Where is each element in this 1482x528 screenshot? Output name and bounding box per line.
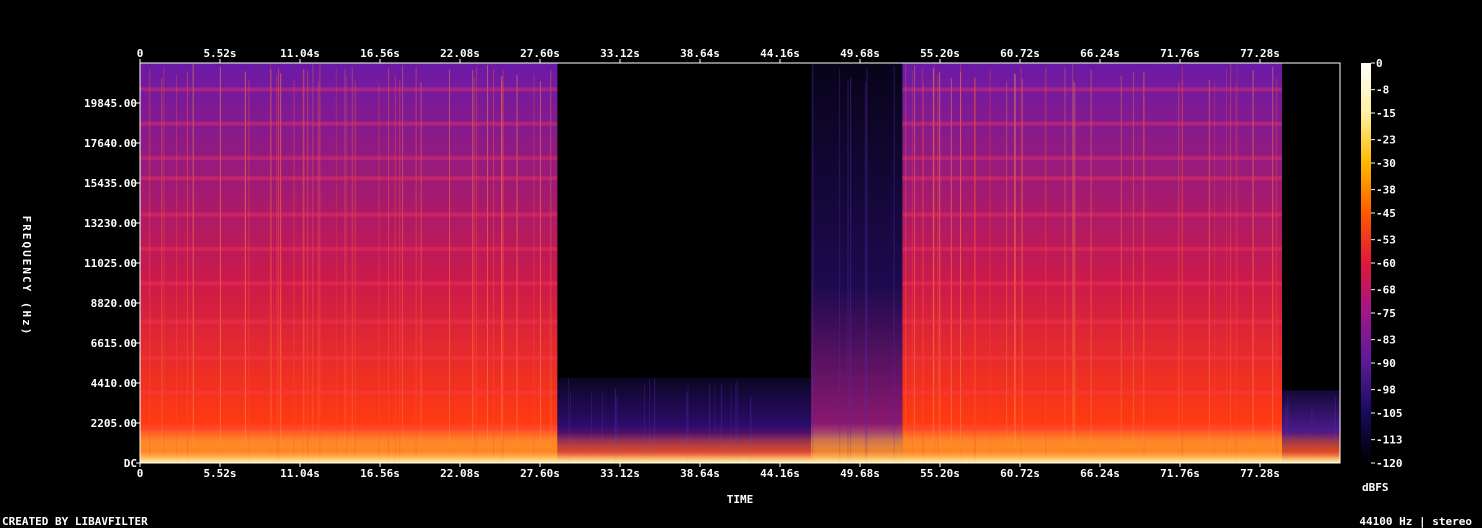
harmonic-band [140, 212, 558, 217]
harmonic-band [140, 319, 558, 324]
harmonic-band [140, 87, 558, 92]
x-tick-label: 77.28s [1240, 467, 1280, 480]
low-frequency-energy [140, 433, 1340, 463]
footer-info: 44100 Hz | stereo [1359, 515, 1472, 528]
spectrogram-figure: 0 5.52s 11.04s 16.56s 22.08s 27.60s 33.12s 38.6… [2, 47, 1472, 528]
colorbar-tick-label: -98 [1376, 384, 1396, 397]
x-tick-label: 11.04s [280, 467, 320, 480]
x-tick-label: 60.72s [1000, 467, 1040, 480]
colorbar-label: dBFS [1362, 481, 1389, 494]
colorbar-tick-label: -75 [1376, 307, 1396, 320]
x-tick-label: 5.52s [203, 47, 236, 60]
y-tick-label: 8820.00 [91, 297, 137, 310]
harmonic-band [902, 281, 1283, 286]
harmonic-band [902, 121, 1283, 126]
colorbar-axis: 0 -8 -15 -23 -30 -38 -45 -53 -60 -68 -75 -83 -90 -98 -… [1371, 57, 1403, 470]
colorbar-tick-label: -8 [1376, 84, 1389, 97]
x-tick-label: 71.76s [1160, 467, 1200, 480]
x-tick-label: 27.60s [520, 47, 560, 60]
spectrogram-plot [140, 63, 1340, 463]
y-axis: DC 2205.00 4410.00 6615.00 8820.00 11025.00 13… [84, 97, 140, 470]
x-axis-bottom: 0 5.52s 11.04s 16.56s 22.08s 27.60s 33.12s 38.6… [137, 463, 1280, 480]
x-tick-label: 44.16s [760, 467, 800, 480]
y-tick-label: DC [124, 457, 137, 470]
harmonic-band [140, 121, 558, 126]
x-tick-label: 55.20s [920, 47, 960, 60]
harmonic-band [902, 319, 1283, 324]
footer-credit: CREATED BY LIBAVFILTER [2, 515, 148, 528]
harmonic-band [140, 156, 558, 161]
x-tick-label: 0 [137, 467, 144, 480]
harmonic-band [902, 355, 1283, 360]
harmonic-band [902, 87, 1283, 92]
x-tick-label: 66.24s [1080, 467, 1120, 480]
y-tick-label: 15435.00 [84, 177, 137, 190]
harmonic-band [902, 156, 1283, 161]
colorbar-tick-label: -105 [1376, 407, 1403, 420]
x-tick-label: 16.56s [360, 47, 400, 60]
harmonic-band [140, 426, 558, 431]
harmonic-band [902, 246, 1283, 251]
x-tick-label: 49.68s [840, 47, 880, 60]
x-tick-label: 22.08s [440, 467, 480, 480]
colorbar-tick-label: -53 [1376, 234, 1396, 247]
x-tick-label: 71.76s [1160, 47, 1200, 60]
colorbar-tick-label: -30 [1376, 157, 1396, 170]
y-tick-label: 2205.00 [91, 417, 137, 430]
x-tick-label: 44.16s [760, 47, 800, 60]
x-tick-label: 55.20s [920, 467, 960, 480]
x-tick-label: 66.24s [1080, 47, 1120, 60]
y-tick-label: 19845.00 [84, 97, 137, 110]
harmonic-band [140, 355, 558, 360]
y-tick-label: 6615.00 [91, 337, 137, 350]
colorbar [1361, 63, 1371, 463]
x-tick-label: 77.28s [1240, 47, 1280, 60]
y-tick-label: 13230.00 [84, 217, 137, 230]
colorbar-tick-label: -113 [1376, 434, 1403, 447]
colorbar-tick-label: -45 [1376, 207, 1396, 220]
harmonic-band [140, 246, 558, 251]
x-tick-label: 22.08s [440, 47, 480, 60]
colorbar-tick-label: -120 [1376, 457, 1403, 470]
x-tick-label: 27.60s [520, 467, 560, 480]
x-tick-label: 33.12s [600, 467, 640, 480]
colorbar-tick-label: -60 [1376, 257, 1396, 270]
x-axis-label: TIME [727, 493, 754, 506]
x-tick-label: 38.64s [680, 47, 720, 60]
y-axis-label: FREQUENCY (Hz) [20, 216, 33, 337]
harmonic-band [902, 176, 1283, 181]
x-tick-label: 16.56s [360, 467, 400, 480]
spectrum-region [811, 63, 903, 463]
harmonic-band [140, 281, 558, 286]
x-axis-top: 0 5.52s 11.04s 16.56s 22.08s 27.60s 33.12s 38.6… [137, 47, 1280, 63]
colorbar-tick-label: 0 [1376, 57, 1383, 70]
colorbar-tick-label: -68 [1376, 284, 1396, 297]
x-tick-label: 5.52s [203, 467, 236, 480]
harmonic-band [140, 176, 558, 181]
colorbar-tick-label: -90 [1376, 357, 1396, 370]
colorbar-tick-label: -83 [1376, 334, 1396, 347]
x-tick-label: 38.64s [680, 467, 720, 480]
harmonic-band [140, 390, 558, 395]
x-tick-label: 0 [137, 47, 144, 60]
y-tick-label: 4410.00 [91, 377, 137, 390]
harmonic-band [902, 212, 1283, 217]
harmonic-band [902, 390, 1283, 395]
harmonic-band [902, 426, 1283, 431]
y-tick-label: 11025.00 [84, 257, 137, 270]
colorbar-tick-label: -15 [1376, 107, 1396, 120]
x-tick-label: 33.12s [600, 47, 640, 60]
x-tick-label: 11.04s [280, 47, 320, 60]
colorbar-tick-label: -23 [1376, 134, 1396, 147]
x-tick-label: 60.72s [1000, 47, 1040, 60]
colorbar-tick-label: -38 [1376, 184, 1396, 197]
x-tick-label: 49.68s [840, 467, 880, 480]
y-tick-label: 17640.00 [84, 137, 137, 150]
